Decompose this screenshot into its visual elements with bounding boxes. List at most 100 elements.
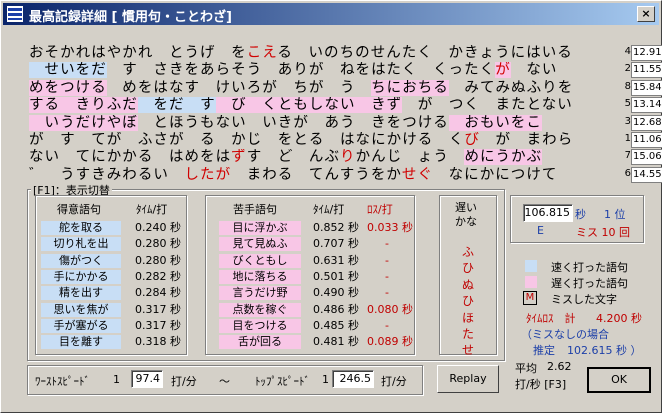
text-segment: せいをだ <box>29 62 107 79</box>
text-segment: いうだ <box>29 114 92 131</box>
good-phrase-time: 0.317 秒 <box>135 318 181 332</box>
text-segment: ない てにかかる はめをは <box>29 149 232 166</box>
text-segment: かんじ ょう <box>355 149 465 166</box>
text-line: ゛ うすきみわるい したが まわる てんすうをかせぐ なにかにつけて 6 14.55… <box>29 166 662 184</box>
worst-speed-field: 97.4 <box>131 370 163 388</box>
slow-kana: た <box>462 327 475 341</box>
bad-phrase-time: 0.501 秒 <box>313 269 359 283</box>
line-time: 11.063 <box>631 132 662 148</box>
good-phrase-time: 0.318 秒 <box>135 335 181 349</box>
good-phrase: 精を出す <box>41 286 121 301</box>
app-icon <box>7 6 23 22</box>
grade: E <box>537 224 544 237</box>
line-time: 15.841 <box>631 79 662 96</box>
bad-phrase: 目をつける <box>219 318 301 333</box>
text-segment: ゛ うすきみわるい <box>29 166 185 183</box>
slow-kana: ほ <box>462 310 475 325</box>
bad-phrase-time: 0.481 秒 <box>313 335 359 349</box>
bad-phrase: 目に浮かぶ <box>219 221 301 235</box>
good-phrase-time: 0.282 秒 <box>135 269 181 283</box>
line-number: 5 <box>624 98 631 110</box>
bad-phrase: 地に落ちる <box>219 269 301 284</box>
good-header-time: ﾀｲﾑ/打 <box>136 203 168 216</box>
text-segment: まわる てんすうをか <box>231 166 402 183</box>
text-line-content: いうだけやぼ とほうもない いきが あう きをつける おもいをこ <box>29 114 587 132</box>
bad-phrase-time: 0.631 秒 <box>313 253 359 267</box>
replay-button[interactable]: Replay <box>437 365 499 393</box>
mistake-char: したが <box>184 166 232 183</box>
legend-fast-swatch <box>525 260 537 272</box>
title-bar: 最高記録詳細 [ 慣用句・ことわざ] × <box>3 3 659 25</box>
total-time-field: 106.815 <box>523 204 573 222</box>
good-phrase-time: 0.240 秒 <box>135 221 181 234</box>
text-line-content: せいをだ す さきをあらそう ありが ねをはたく くったくが ない <box>29 62 587 79</box>
text-line-content: する きりふだ をだ す び くともしない きず が つく またとない <box>29 97 587 114</box>
line-time: 15.069 <box>631 149 662 166</box>
bad-phrase: 舌が回る <box>219 335 301 350</box>
miss-count: ミス 10 回 <box>576 226 630 239</box>
mistake-char: せ <box>401 166 418 183</box>
text-line: が す てが ふさが る かじ をとる はなにかける くび が まわら 1 11.0… <box>29 132 662 149</box>
line-time: 12.683 <box>631 114 662 131</box>
text-segment: みてみぬふりを <box>448 79 574 96</box>
text-segment: おそかれはやかれ とうげ を <box>29 45 247 61</box>
text-line-content: ゛ うすきみわるい したが まわる てんすうをかせぐ なにかにつけて <box>29 167 587 184</box>
good-phrase: 思いを焦が <box>41 302 121 317</box>
bad-phrase-loss: 0.080 秒 <box>367 302 413 316</box>
bad-phrase-time: 0.707 秒 <box>313 237 359 251</box>
text-segment: めをはなす けいろが ちが う <box>106 79 372 96</box>
bad-phrase-time: 0.485 秒 <box>313 318 359 332</box>
line-number: 1 <box>624 133 631 144</box>
good-phrase-time: 0.280 秒 <box>135 237 181 251</box>
text-segment: る いのちのせんたく かきょうにはいる <box>277 45 573 61</box>
text-segment: をとる はなにかける く <box>262 132 465 148</box>
slow-kana: ふ <box>462 245 475 259</box>
top-speed-label: ﾄｯﾌﾟｽﾋﾟｰﾄﾞ <box>255 375 310 388</box>
legend-slow: 遅く打った語句 <box>551 277 628 290</box>
good-phrase: 手が塞がる <box>41 318 121 333</box>
legend-miss: ミスした文字 <box>551 293 617 306</box>
text-segment: ちにおちる <box>371 79 449 96</box>
text-line-content: おそかれはやかれ とうげ をこえる いのちのせんたく かきょうにはいる <box>29 45 587 62</box>
bad-phrase-loss: - <box>385 237 389 251</box>
legend-miss-box: M <box>523 291 537 305</box>
estimate-value: 102.615 秒 ） <box>567 344 642 357</box>
text-segment: をだ <box>137 97 185 114</box>
close-icon[interactable]: × <box>637 6 655 22</box>
good-phrase: 目を離す <box>41 335 121 350</box>
line-time: 14.555 <box>631 166 662 183</box>
line-time: 13.140 <box>631 97 662 114</box>
bad-header-word: 苦手語句 <box>233 203 277 216</box>
ok-button[interactable]: OK <box>587 367 651 393</box>
text-segment: が つく またとない <box>402 97 573 114</box>
good-phrase: 手にかかる <box>41 269 121 284</box>
average-label: 平均 <box>515 362 537 375</box>
text-segment: す さきをあらそう ありが ねをはたく くったく <box>106 62 496 79</box>
time-unit: 秒 <box>575 208 586 221</box>
top-speed-index: 1 <box>322 373 329 386</box>
text-segment: なにかにつけて <box>433 166 558 183</box>
bad-phrase: びくともし <box>219 253 301 268</box>
mistake-char: び <box>464 132 480 148</box>
text-segment: が す てが ふさが る かじ <box>29 132 263 148</box>
slow-kana: ひ <box>462 294 475 309</box>
legend-fast: 速く打った語句 <box>551 261 628 274</box>
text-line: めをつける めをはなす けいろが ちが う ちにおちる みてみぬふりを 8 15.8… <box>29 79 662 97</box>
average-unit: 打/秒 [F3] <box>515 378 567 391</box>
text-segment: する きりふだ <box>29 97 138 114</box>
bad-phrase-loss: - <box>385 318 389 332</box>
window-title: 最高記録詳細 [ 慣用句・ことわざ] <box>29 10 232 25</box>
bad-phrase: 点数を稼ぐ <box>219 302 301 317</box>
line-number: 8 <box>624 80 631 92</box>
text-segment: が まわら <box>479 132 574 148</box>
text-segment: けやぼ <box>91 114 138 131</box>
good-phrase-time: 0.284 秒 <box>135 286 181 300</box>
line-time: 12.910 <box>631 45 662 61</box>
worst-speed-unit: 打/分 <box>171 375 197 388</box>
text-line-content: が す てが ふさが る かじ をとる はなにかける くび が まわら <box>29 132 587 149</box>
bad-header-loss: ﾛｽ/打 <box>367 203 393 216</box>
mistake-char: り <box>340 149 356 166</box>
bad-phrase-loss: - <box>385 253 389 267</box>
bad-phrase-loss: - <box>385 286 389 300</box>
good-phrase: 切り札を出 <box>41 237 121 252</box>
